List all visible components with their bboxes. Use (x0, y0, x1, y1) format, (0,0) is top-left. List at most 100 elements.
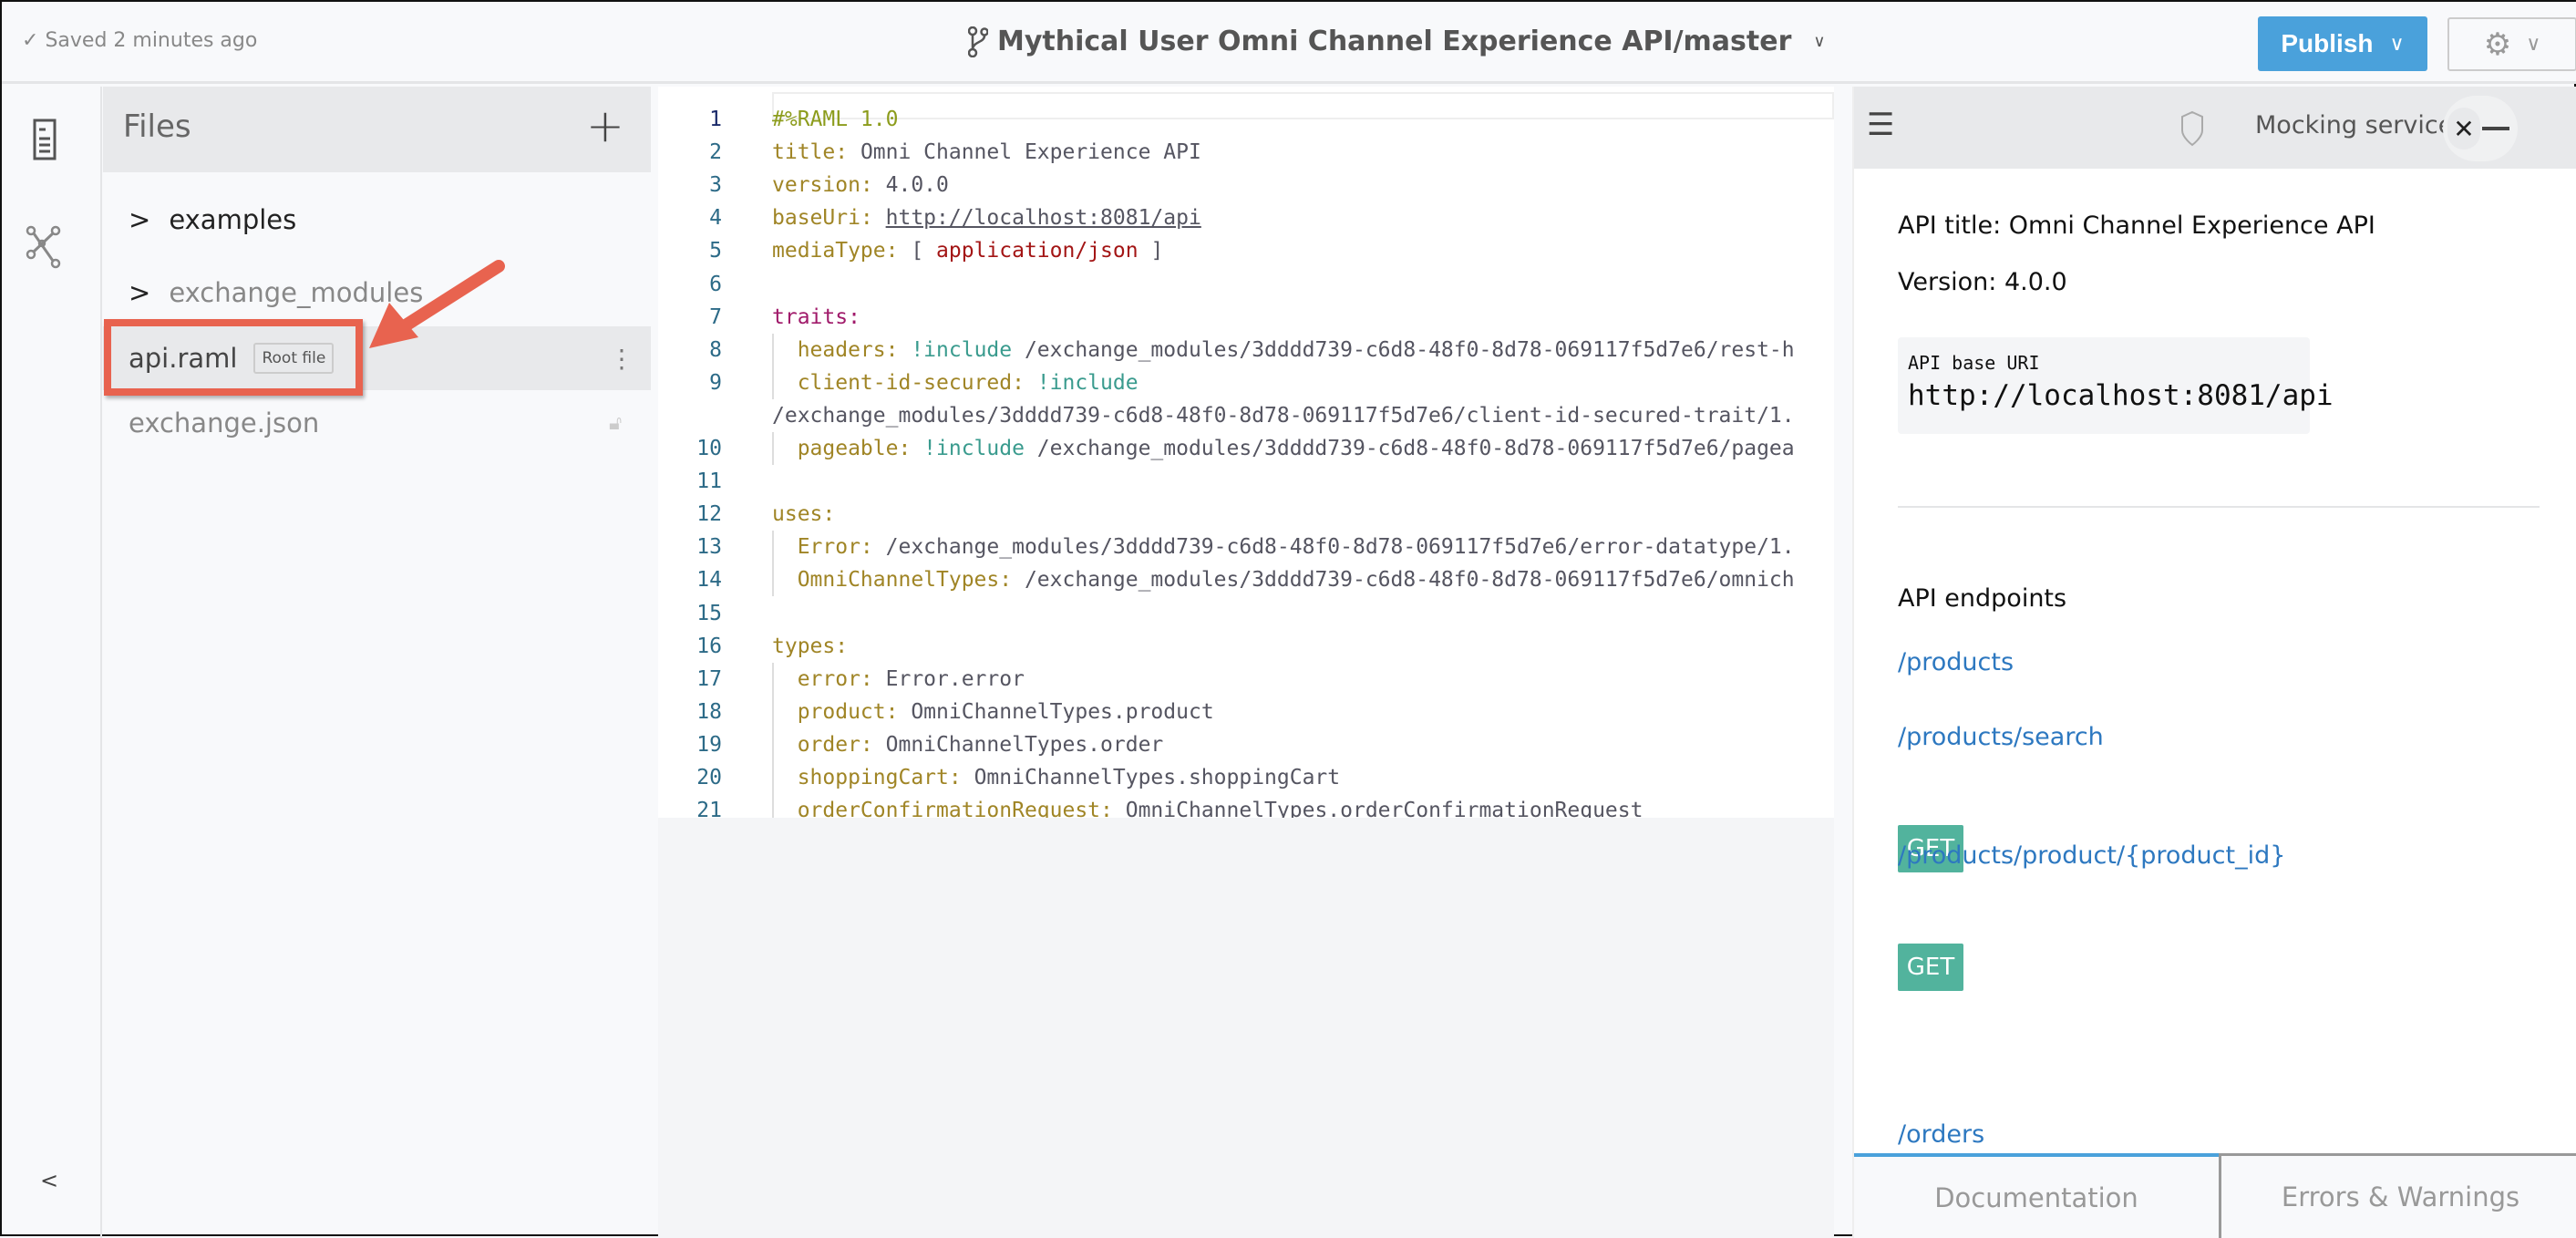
line-number: 10 (696, 437, 722, 460)
editor-empty-area (658, 818, 1834, 1238)
tab-errors-warnings[interactable]: Errors & Warnings (2219, 1153, 2576, 1238)
code-line: 10 pageable: !include /exchange_modules/… (658, 432, 1834, 465)
settings-button[interactable]: ⚙ ∨ (2447, 17, 2576, 71)
mocking-service-toggle[interactable]: ✕ (2443, 96, 2518, 161)
code-token: OmniChannelTypes.order (885, 732, 1164, 757)
collapse-sidebar-button[interactable]: < (40, 1168, 58, 1193)
line-number: 3 (709, 173, 722, 198)
code-token: /exchange_modules/3dddd739-c6d8-48f0-8d7… (1024, 568, 1795, 593)
code-token: OmniChannelTypes: (772, 568, 1025, 593)
endpoints-title: API endpoints (1898, 584, 2067, 613)
line-number: 8 (709, 337, 722, 362)
menu-icon[interactable]: ☰ (1867, 107, 1894, 143)
code-token: OmniChannelTypes.product (911, 699, 1214, 724)
code-line: 15 (658, 597, 1834, 630)
line-number: 9 (709, 370, 722, 395)
code-line: 8 headers: !include /exchange_modules/3d… (658, 333, 1834, 366)
annotation-arrow (369, 260, 505, 348)
endpoint-link[interactable]: /products/product/{product_id} (1898, 841, 2285, 870)
code-token: Error: (772, 535, 886, 560)
code-token: OmniChannelTypes.orderConfirmationReques… (1125, 799, 1643, 818)
line-number: 20 (696, 766, 722, 789)
code-token: /exchange_modules/3dddd739-c6d8-48f0-8d7… (772, 403, 1795, 428)
chevron-down-icon: ∨ (2389, 32, 2405, 55)
branch-icon (968, 26, 988, 57)
publish-button[interactable]: Publish ∨ (2258, 16, 2427, 71)
panel-header: ☰ Mocking service ✕ (1854, 87, 2576, 169)
code-text: error: Error.error (772, 663, 1025, 696)
endpoint-link[interactable]: /products (1898, 648, 2014, 676)
code-line: 21 orderConfirmationRequest: OmniChannel… (658, 794, 1834, 818)
code-line: 9 client-id-secured: !include (658, 366, 1834, 399)
code-text: /exchange_modules/3dddd739-c6d8-48f0-8d7… (772, 399, 1795, 432)
base-uri-box: API base URI http://localhost:8081/api (1898, 337, 2334, 434)
code-token: /exchange_modules/3dddd739-c6d8-48f0-8d7… (885, 535, 1795, 560)
files-title: Files (123, 108, 191, 145)
code-line: 14 OmniChannelTypes: /exchange_modules/3… (658, 563, 1834, 597)
code-token: order: (772, 732, 886, 757)
code-line: /exchange_modules/3dddd739-c6d8-48f0-8d7… (658, 399, 1834, 432)
add-file-button[interactable]: + (586, 99, 624, 152)
save-status: ✓ Saved 2 minutes ago (22, 29, 258, 52)
code-token: traits: (772, 304, 860, 329)
code-editor[interactable]: 1 #%RAML 1.0 2 title: Omni Channel Experien… (658, 87, 1834, 818)
line-number: 14 (696, 568, 722, 593)
code-token: [ (911, 239, 937, 263)
code-line: 18 product: OmniChannelTypes.product (658, 695, 1834, 728)
file-exchange-json[interactable]: exchange.json 🔓︎ (103, 390, 651, 456)
endpoint-link[interactable]: /orders (1898, 1120, 1984, 1149)
line-number: 6 (709, 272, 722, 296)
more-options-icon[interactable]: ⋮ (609, 344, 634, 374)
lock-icon: 🔓︎ (609, 411, 623, 435)
tab-documentation[interactable]: Documentation (1854, 1153, 2219, 1238)
divider (1898, 506, 2540, 508)
api-version: Version: 4.0.0 (1898, 268, 2067, 296)
code-line: 3 version: 4.0.0 (658, 169, 1834, 201)
files-header: Files + (103, 87, 651, 172)
code-line: 4 baseUri: http://localhost:8081/api (658, 201, 1834, 234)
files-view-icon[interactable] (33, 119, 57, 160)
shield-icon (2181, 110, 2203, 147)
endpoint-clip: /orders (1854, 1117, 2576, 1153)
code-token: mediaType: (772, 239, 912, 263)
code-token: !include (1036, 370, 1139, 395)
code-token: !include (911, 337, 1025, 362)
line-number: 13 (696, 535, 722, 560)
line-number: 12 (696, 502, 722, 527)
folder-examples[interactable]: > examples (103, 187, 651, 253)
code-text: types: (772, 630, 848, 663)
code-line: 16 types: (658, 630, 1834, 663)
toggle-track (2482, 127, 2509, 130)
code-line: 5 mediaType: [ application/json ] (658, 234, 1834, 267)
mocking-service-label: Mocking service (2255, 111, 2454, 139)
line-number: 21 (696, 799, 722, 818)
code-token: pageable: (772, 437, 924, 460)
code-line: 2 title: Omni Channel Experience API (658, 136, 1834, 169)
get-method-badge[interactable]: GET (1898, 944, 1963, 991)
chevron-right-icon: > (129, 204, 151, 235)
line-number: 4 (709, 206, 722, 231)
api-graph-icon[interactable] (26, 225, 62, 269)
code-text: title: Omni Channel Experience API (772, 136, 1201, 169)
endpoint-link[interactable]: /products/search (1898, 723, 2104, 751)
code-text: baseUri: http://localhost:8081/api (772, 201, 1201, 234)
code-text: orderConfirmationRequest: OmniChannelTyp… (772, 794, 1643, 818)
project-branch-selector[interactable]: Mythical User Omni Channel Experience AP… (968, 26, 1826, 57)
code-text: headers: !include /exchange_modules/3ddd… (772, 334, 1795, 366)
code-token: Error.error (885, 666, 1025, 691)
code-token: shoppingCart: (772, 766, 974, 789)
close-icon: ✕ (2447, 108, 2480, 150)
code-token: version: (772, 173, 886, 198)
line-number: 16 (696, 634, 722, 658)
line-number: 18 (696, 699, 722, 724)
line-number: 2 (709, 140, 722, 165)
left-rail: < (2, 87, 102, 1238)
code-token: types: (772, 634, 849, 658)
code-line: 1 #%RAML 1.0 (658, 103, 1834, 136)
check-icon: ✓ (22, 29, 46, 52)
line-number: 19 (696, 732, 722, 757)
chevron-right-icon: > (129, 277, 151, 308)
line-number: 17 (696, 666, 722, 691)
code-line: 17 error: Error.error (658, 662, 1834, 696)
code-token: Omni Channel Experience API (860, 140, 1201, 165)
